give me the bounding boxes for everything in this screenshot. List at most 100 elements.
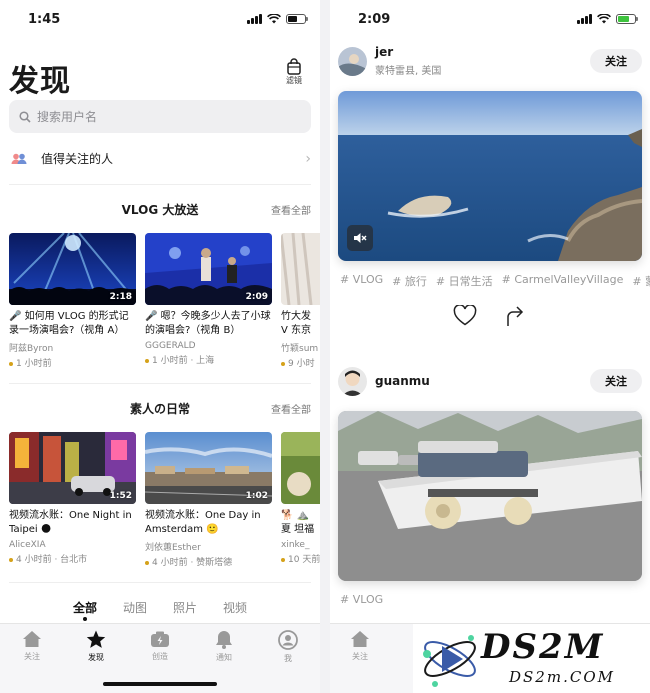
avatar[interactable] (338, 46, 367, 76)
post-header: jer 蒙特雷县, 美国 关注 (330, 31, 650, 91)
video-author: 刘依蕙Esther (145, 543, 201, 553)
section-title: VLOG 大放送 (121, 202, 199, 217)
video-meta: 1 小时前 · 上海 (145, 353, 272, 366)
wifi-icon (597, 14, 611, 24)
tag[interactable]: # CarmelValleyVillage (502, 273, 624, 289)
tag[interactable]: # 日常生活 (436, 273, 493, 289)
mute-button[interactable] (347, 225, 373, 251)
video-thumbnail: 1:02 (145, 432, 272, 504)
tag[interactable]: # 旅行 (392, 273, 427, 289)
video-title: 🐕 ⛰️ 夏 坦福学姐 (281, 510, 315, 535)
signal-icon (247, 14, 262, 24)
tab-gif[interactable]: 动图 (110, 599, 160, 616)
watermark-brand: DS2M (481, 627, 605, 667)
camera-bolt-icon (151, 631, 169, 647)
video-thumbnail (281, 233, 320, 305)
recommended-people-label: 值得关注的人 (41, 152, 114, 166)
video-card[interactable]: 2:18 🎤 如何用 VLOG 的形式记录一场演唱会?（视角 A） 阿兹Byro… (9, 233, 136, 369)
tab-photo[interactable]: 照片 (160, 599, 210, 616)
chevron-right-icon: › (305, 150, 311, 167)
home-icon (351, 631, 369, 647)
bell-icon (216, 631, 232, 649)
bottom-tab-bar: 关注 DS2M DS2m.COM (330, 623, 650, 693)
discover-screen: 1:45 发现 滤镜 搜索用户名 值得关注的人 › VLOG 大放送 查看全部 … (0, 0, 320, 693)
post-actions (330, 305, 650, 327)
video-meta: 4 小时前 · 赞斯塔德 (145, 555, 272, 568)
video-duration: 2:09 (245, 292, 268, 302)
post-video[interactable] (338, 91, 642, 261)
post-header: guanmu 关注 (330, 351, 650, 411)
status-time: 1:45 (28, 11, 61, 27)
watermark-site: DS2m.COM (509, 668, 615, 686)
see-all-link[interactable]: 查看全部 (271, 202, 311, 217)
user-icon (278, 630, 298, 650)
post-tags: # VLOG # 旅行 # 日常生活 # CarmelValleyVillage… (330, 273, 650, 289)
bag-icon (287, 58, 301, 75)
video-title: 视频流水账：One Day in Amsterdam 🙂 (145, 510, 261, 535)
video-card[interactable]: 1:02 视频流水账：One Day in Amsterdam 🙂 刘依蕙Est… (145, 432, 272, 568)
follow-button[interactable]: 关注 (590, 49, 642, 73)
filter-label: 滤镜 (286, 76, 302, 85)
status-bar: 1:45 (0, 0, 320, 38)
search-input[interactable]: 搜索用户名 (9, 100, 311, 133)
tag[interactable]: # VLOG (340, 273, 383, 289)
speaker-muted-icon (354, 233, 367, 243)
video-meta: 9 小时 (281, 356, 320, 369)
post-tags: # VLOG (330, 593, 650, 606)
screen-divider (320, 0, 330, 693)
wifi-icon (267, 14, 281, 24)
avatar[interactable] (338, 366, 367, 396)
see-all-link[interactable]: 查看全部 (271, 401, 311, 416)
home-icon (23, 631, 41, 647)
video-duration: 2:18 (109, 292, 132, 302)
video-title: 🎤 如何用 VLOG 的形式记录一场演唱会?（视角 A） (9, 311, 129, 336)
heart-icon[interactable] (453, 305, 477, 326)
video-card[interactable]: 2:09 🎤 嗯？今晚多少人去了小球的演唱会?（视角 B） GGGERALD 1… (145, 233, 272, 369)
video-duration: 1:52 (109, 491, 132, 501)
video-card[interactable]: 🐕 ⛰️ 夏 坦福学姐 xinke_ 10 天前 (281, 432, 320, 568)
video-card[interactable]: 竹大发 V 东京大学 竹颖sum 9 小时 (281, 233, 320, 369)
star-icon (86, 630, 106, 648)
video-author: GGGERALD (145, 341, 196, 351)
divider (9, 582, 311, 583)
watermark-logo: DS2M DS2m.COM (413, 624, 650, 693)
video-card[interactable]: 1:52 视频流水账：One Night in Taipei 🌑 AliceXI… (9, 432, 136, 568)
battery-charging-icon (616, 14, 638, 24)
signal-icon (577, 14, 592, 24)
video-title: 视频流水账：One Night in Taipei 🌑 (9, 510, 132, 535)
video-meta: 1 小时前 (9, 356, 136, 369)
video-thumbnail (281, 432, 320, 504)
video-thumbnail: 2:18 (9, 233, 136, 305)
tabbar-follow[interactable]: 关注 (0, 630, 64, 693)
video-author: 竹颖sum (281, 344, 319, 354)
video-duration: 1:02 (245, 491, 268, 501)
atom-logo-icon (423, 635, 476, 687)
follow-button[interactable]: 关注 (590, 369, 642, 393)
share-icon[interactable] (505, 305, 525, 327)
tag[interactable]: # 蒙 (632, 273, 650, 289)
search-placeholder: 搜索用户名 (37, 110, 98, 124)
status-time: 2:09 (358, 11, 391, 27)
card-row-vlog: 2:18 🎤 如何用 VLOG 的形式记录一场演唱会?（视角 A） 阿兹Byro… (0, 233, 320, 369)
tabbar-me[interactable]: 我 (256, 630, 320, 693)
video-thumbnail: 2:09 (145, 233, 272, 305)
people-icon (11, 153, 27, 164)
tabbar-follow[interactable]: 关注 (350, 630, 370, 662)
section-header-daily: 素人の日常 查看全部 (0, 384, 320, 432)
search-icon (19, 110, 31, 123)
media-filter-tabs: 全部 动图 照片 视频 (0, 589, 320, 625)
tab-all[interactable]: 全部 (60, 599, 110, 621)
section-header-vlog: VLOG 大放送 查看全部 (0, 185, 320, 233)
section-title: 素人の日常 (129, 401, 190, 416)
filter-button[interactable]: 滤镜 (286, 58, 302, 86)
recommended-people-row[interactable]: 值得关注的人 › (9, 133, 311, 185)
post-location: 蒙特雷县, 美国 (375, 66, 442, 77)
post-username[interactable]: guanmu (375, 374, 430, 388)
tag[interactable]: # VLOG (340, 593, 383, 606)
battery-icon (286, 14, 308, 24)
post-username[interactable]: jer (375, 45, 441, 59)
video-meta: 10 天前 (281, 552, 320, 565)
tab-video[interactable]: 视频 (210, 599, 260, 616)
post-video[interactable] (338, 411, 642, 581)
page-title: 发现 (9, 64, 71, 99)
